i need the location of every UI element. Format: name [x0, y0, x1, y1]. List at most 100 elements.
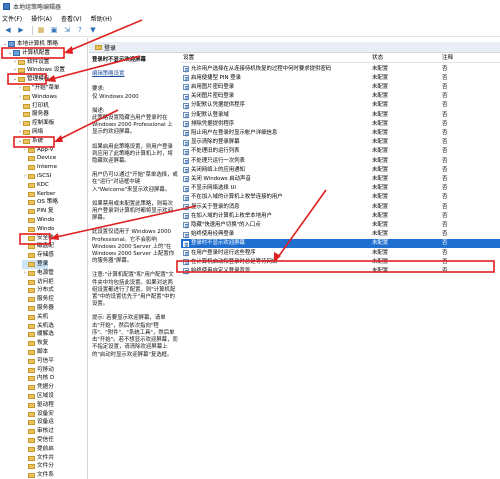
policy-row[interactable]: 分配默认登录域 未配置 否: [181, 111, 500, 120]
policy-row[interactable]: 允许用户选择在从连接待机恢复的过程中何时要求提供密码 未配置 否: [181, 65, 500, 74]
tree-item[interactable]: › Windows: [17, 93, 57, 102]
policy-note-cell: 否: [442, 175, 448, 182]
policy-setting-cell: 分配默认登录域: [181, 111, 371, 120]
tree-item-label: 文件系: [37, 472, 54, 479]
edit-policy-link[interactable]: 编辑策略设置: [92, 71, 178, 78]
menu-file[interactable]: 文件(F): [2, 14, 22, 23]
policy-row[interactable]: 关闭网络上的应用通知 未配置 否: [181, 166, 500, 175]
tree-item[interactable]: 区域设: [22, 392, 54, 401]
policy-row[interactable]: 关闭图片密码登录 未配置 否: [181, 92, 500, 101]
tree-item[interactable]: KDC: [22, 181, 49, 190]
policy-setting-cell: 在计算机启动和登录时总是等待网络: [181, 258, 371, 267]
tree-item[interactable]: 服务控: [22, 295, 54, 304]
tree-item[interactable]: 文件分: [22, 462, 54, 471]
tree-item[interactable]: › 网络: [17, 128, 43, 137]
tree-item[interactable]: ⌄ 系统: [17, 137, 43, 146]
column-header-state[interactable]: 状态: [371, 54, 441, 62]
policy-row[interactable]: 不显示网络选择 UI 未配置 否: [181, 184, 500, 193]
tree-item[interactable]: 磁盘配: [22, 242, 54, 251]
policy-note-cell: 否: [442, 83, 448, 90]
tree-item[interactable]: 缓解选: [22, 330, 54, 339]
policy-row[interactable]: 启用图片密码登录 未配置 否: [181, 83, 500, 92]
policy-row[interactable]: 分配默认凭据提供程序 未配置 否: [181, 101, 500, 110]
tree-item[interactable]: 服务器: [17, 110, 49, 119]
tree-item[interactable]: 关机选: [22, 322, 54, 331]
tree-item[interactable]: Windo: [22, 216, 54, 225]
policy-row[interactable]: 在计算机启动和登录时总是等待网络 未配置 否: [181, 258, 500, 267]
tree-item[interactable]: 受信任: [22, 436, 54, 445]
tree-item[interactable]: 凭据分: [22, 383, 54, 392]
tree-item[interactable]: 文件系: [22, 471, 54, 479]
policy-row[interactable]: 关闭 Windows 启动声音 未配置 否: [181, 175, 500, 184]
policy-setting-label: 在用户登录时运行这些程序: [191, 249, 256, 256]
show-hide-icon[interactable]: ▣: [49, 25, 59, 35]
tree-item[interactable]: 关机: [22, 313, 48, 322]
tree-item[interactable]: Device: [22, 154, 56, 163]
tree-item[interactable]: › iSCSI: [22, 172, 51, 181]
tree-item[interactable]: 存储感: [22, 251, 54, 260]
tree-item[interactable]: 分布式: [22, 286, 54, 295]
back-icon[interactable]: ◀: [3, 25, 13, 35]
tree-item[interactable]: ⌄ 管理模板: [12, 75, 50, 84]
tree-item[interactable]: 恢复: [22, 339, 48, 348]
tree-item[interactable]: › 软件设置: [12, 58, 49, 67]
tree-item[interactable]: 登录: [22, 260, 49, 269]
tree-item[interactable]: Kerber: [22, 190, 55, 199]
tree-item[interactable]: 打印机: [17, 102, 49, 111]
tree-item[interactable]: 内核 D: [22, 374, 54, 383]
tree-item[interactable]: 审核过: [22, 427, 54, 436]
filter-icon[interactable]: ▼: [88, 25, 98, 35]
tree-item[interactable]: › "开始"菜单: [17, 84, 60, 93]
tree-item[interactable]: 设备安: [22, 410, 54, 419]
column-header-setting[interactable]: 设置: [181, 54, 371, 62]
tree-item[interactable]: › 电源管: [22, 269, 54, 278]
policy-note-cell: 否: [442, 102, 448, 109]
tree-item[interactable]: › App-V: [22, 146, 53, 155]
tree-item[interactable]: 可信平: [22, 357, 54, 366]
tree-item[interactable]: › 控制面板: [17, 119, 54, 128]
policy-row[interactable]: 在用户登录时运行这些程序 未配置 否: [181, 249, 500, 258]
tree-item[interactable]: 脚本: [22, 348, 48, 357]
export-icon[interactable]: ⇲: [62, 25, 72, 35]
tree-item[interactable]: › Windows 设置: [12, 66, 65, 75]
tree-item[interactable]: 文件共: [22, 454, 54, 463]
policy-setting-cell: 在用户登录时运行这些程序: [181, 249, 371, 258]
policy-row[interactable]: 启用便捷型 PIN 登录 未配置 否: [181, 74, 500, 83]
policy-row[interactable]: 显示关于登录的消息 未配置 否: [181, 203, 500, 212]
up-folder-icon[interactable]: ▦: [36, 25, 46, 35]
tree-item[interactable]: 安全帐: [22, 234, 54, 243]
menu-help[interactable]: 帮助(H): [91, 14, 112, 23]
policy-row[interactable]: 阻止用户在登录时显示帐户详细信息 未配置 否: [181, 129, 500, 138]
policy-row[interactable]: 排除凭据提供程序 未配置 否: [181, 120, 500, 129]
tree-item[interactable]: 驱动程: [22, 401, 54, 410]
policy-icon: [183, 102, 189, 109]
tree-item[interactable]: PIN 复: [22, 207, 54, 216]
tree-item[interactable]: ⌄ 计算机配置: [7, 49, 50, 58]
column-header-note[interactable]: 注释: [441, 54, 500, 62]
menu-action[interactable]: 操作(A): [31, 14, 52, 23]
policy-row[interactable]: 隐藏"快速用户切换"的入口点 未配置 否: [181, 221, 500, 230]
policy-row[interactable]: 在加入域的计算机上枚举本地用户 未配置 否: [181, 212, 500, 221]
tree-item[interactable]: 设备运: [22, 418, 54, 427]
policy-row[interactable]: 始终使用经典登录 未配置 否: [181, 230, 500, 239]
folder-icon: [28, 147, 35, 153]
policy-row[interactable]: 不处理只运行一次列表 未配置 否: [181, 157, 500, 166]
tree-item[interactable]: Windo: [22, 225, 54, 234]
policy-row[interactable]: 不在加入域的计算机上枚举连接的用户 未配置 否: [181, 193, 500, 202]
policy-row[interactable]: 登录时不显示欢迎屏幕 未配置 否: [181, 239, 500, 249]
help-icon[interactable]: ?: [75, 25, 85, 35]
tree-item[interactable]: 可移动: [22, 366, 54, 375]
policy-setting-label: 关闭 Windows 启动声音: [191, 175, 251, 182]
tree-item[interactable]: 提前启: [22, 445, 54, 454]
folder-icon: [23, 85, 30, 91]
menu-view[interactable]: 查看(V): [61, 14, 82, 23]
tree-item[interactable]: 服务器: [22, 304, 54, 313]
forward-icon[interactable]: ▶: [16, 25, 26, 35]
policy-row[interactable]: 不处理旧的运行列表 未配置 否: [181, 147, 500, 156]
tree-item[interactable]: 访问拒: [22, 278, 54, 287]
tree-item[interactable]: OS 策略: [22, 198, 58, 207]
policy-row[interactable]: 始终使用自定义登录背景 未配置 否: [181, 267, 500, 276]
tree-item[interactable]: ⌄ 本地计算机 策略: [2, 40, 58, 49]
policy-row[interactable]: 显示清除的登录屏幕 未配置 否: [181, 138, 500, 147]
tree-item[interactable]: Interne: [22, 163, 57, 172]
